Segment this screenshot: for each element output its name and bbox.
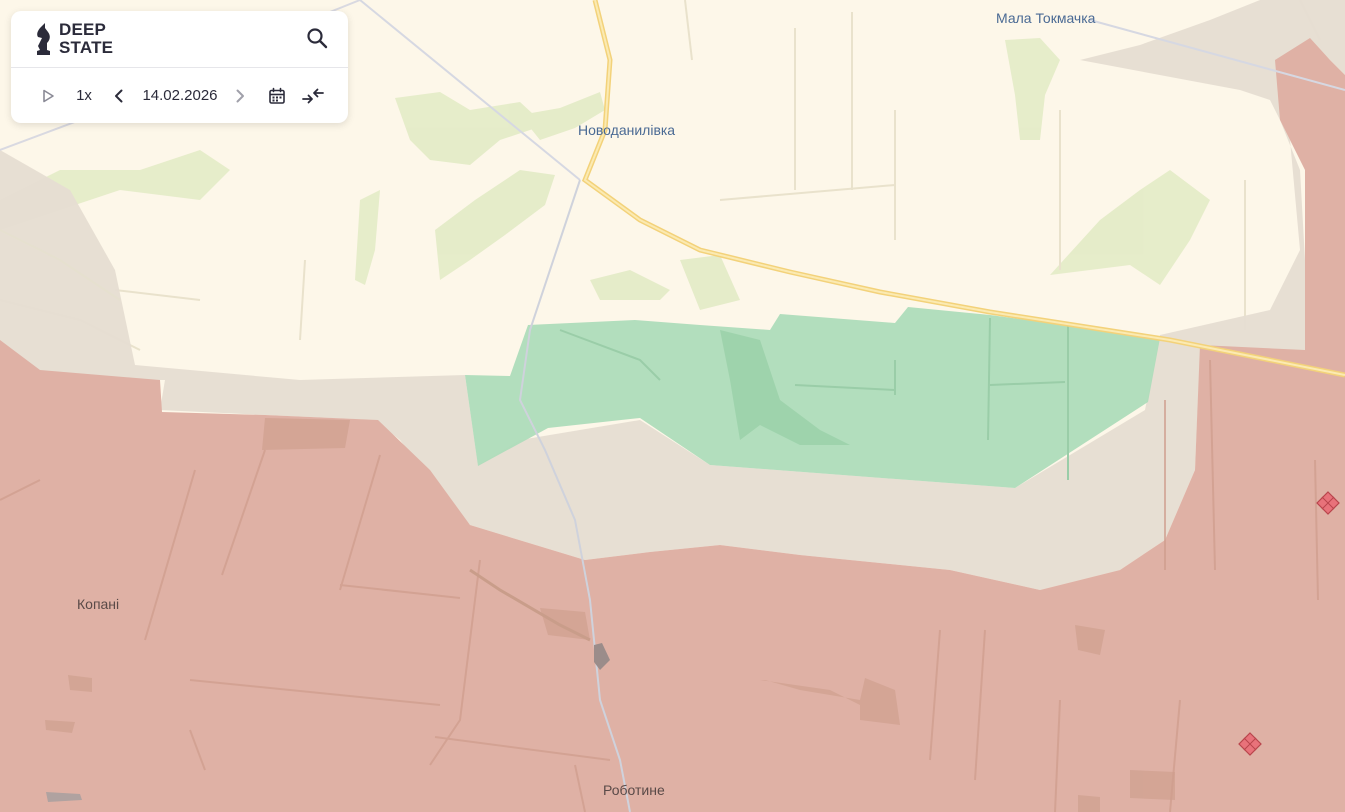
collapse-button[interactable] — [300, 68, 326, 123]
calendar-icon — [269, 87, 285, 104]
logo-line-1: DEEP — [59, 20, 107, 39]
place-label-mala-tokmachka[interactable]: Мала Токмачка — [996, 10, 1095, 26]
place-label-kopani[interactable]: Копані — [77, 596, 119, 612]
search-icon — [307, 28, 328, 49]
next-date-button[interactable] — [230, 68, 250, 123]
timeline-controls: 1x 14.02.2026 — [11, 68, 348, 123]
logo-line-2: STATE — [59, 38, 114, 57]
search-button[interactable] — [304, 25, 330, 51]
control-panel: DEEP STATE 1x 14.02.2026 — [11, 11, 348, 123]
logo-text: DEEP STATE — [59, 21, 113, 57]
panel-header: DEEP STATE — [11, 11, 348, 68]
chevron-left-icon — [115, 89, 123, 102]
play-button[interactable] — [37, 68, 59, 123]
calendar-button[interactable] — [266, 68, 288, 123]
speed-button[interactable]: 1x — [71, 68, 97, 123]
date-display[interactable]: 14.02.2026 — [138, 68, 222, 123]
play-icon — [43, 89, 54, 102]
chevron-right-icon — [236, 89, 244, 102]
place-label-robotyne[interactable]: Роботине — [603, 782, 665, 798]
logo[interactable]: DEEP STATE — [33, 19, 113, 59]
knight-logo-icon — [37, 23, 50, 55]
collapse-arrows-icon — [302, 88, 324, 103]
previous-date-button[interactable] — [109, 68, 129, 123]
place-label-novodanylivka[interactable]: Новоданилівка — [578, 122, 675, 138]
